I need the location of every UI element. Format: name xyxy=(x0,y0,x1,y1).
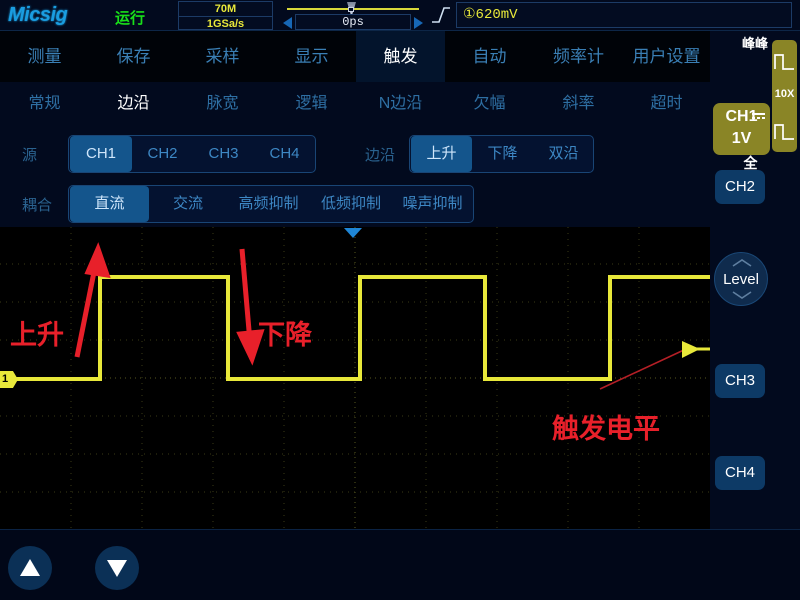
trigger-type-logic[interactable]: 逻辑 xyxy=(267,82,356,126)
falling-annotation-label: 下降 xyxy=(258,320,312,350)
menu-item-save[interactable]: 保存 xyxy=(89,31,178,82)
menu-item-user-settings[interactable]: 用户设置 xyxy=(623,31,710,82)
square-pulse-icon-top xyxy=(774,54,794,70)
waveform-display[interactable]: 上升 下降 触发电平 xyxy=(0,227,710,529)
source-option-ch1[interactable]: CH1 xyxy=(70,136,132,172)
scroll-right-arrow-icon[interactable] xyxy=(414,17,423,29)
sample-rate-value: 1GSa/s xyxy=(206,18,245,30)
trigger-readout-box[interactable]: ①620mV xyxy=(456,2,792,28)
trigger-position-handle[interactable] xyxy=(348,7,354,12)
trigger-type-normal[interactable]: 常规 xyxy=(0,82,89,126)
source-label: 源 xyxy=(22,147,38,164)
trigger-settings-panel: 源 CH1 CH2 CH3 CH4 边沿 上升 下降 双沿 耦合 直流 交流 高… xyxy=(0,126,710,227)
probe-ratio-value: 10X xyxy=(774,88,795,100)
menu-item-auto[interactable]: 自动 xyxy=(445,31,534,82)
ch3-channel-button[interactable]: CH3 xyxy=(715,364,765,398)
trigger-type-slope[interactable]: 斜率 xyxy=(534,82,623,126)
menu-item-trigger[interactable]: 触发 xyxy=(356,31,445,82)
trigger-type-timeout[interactable]: 超时 xyxy=(623,82,710,126)
edge-option-falling[interactable]: 下降 xyxy=(472,136,533,172)
rising-slope-icon xyxy=(430,5,452,25)
square-pulse-icon-bottom xyxy=(774,124,794,140)
edge-segmented-control: 上升 下降 双沿 xyxy=(409,135,594,173)
ch1-channel-button[interactable]: CH1 1V xyxy=(713,103,770,155)
menu-item-acquire[interactable]: 采样 xyxy=(178,31,267,82)
chevron-up-icon xyxy=(732,259,752,267)
coupling-option-ac[interactable]: 交流 xyxy=(149,186,227,222)
edge-option-both[interactable]: 双沿 xyxy=(533,136,594,172)
chevron-down-icon xyxy=(732,291,752,299)
trigger-type-bar: 常规 边沿 脉宽 逻辑 N边沿 欠幅 斜率 超时 xyxy=(0,82,710,126)
menu-item-measure[interactable]: 测量 xyxy=(0,31,89,82)
source-option-ch2[interactable]: CH2 xyxy=(132,136,193,172)
ch4-channel-button[interactable]: CH4 xyxy=(715,456,765,490)
coupling-label: 耦合 xyxy=(22,197,53,214)
probe-ratio-control[interactable]: 10X xyxy=(772,40,797,152)
menu-item-counter[interactable]: 频率计 xyxy=(534,31,623,82)
coupling-segmented-control: 直流 交流 高频抑制 低频抑制 噪声抑制 xyxy=(68,185,474,223)
main-menu-bar: 测量 保存 采样 显示 触发 自动 频率计 用户设置 xyxy=(0,31,710,82)
menu-item-display[interactable]: 显示 xyxy=(267,31,356,82)
scroll-left-arrow-icon[interactable] xyxy=(283,17,292,29)
fine-down-button[interactable] xyxy=(95,546,139,590)
source-segmented-control: CH1 CH2 CH3 CH4 xyxy=(68,135,316,173)
edge-option-rising[interactable]: 上升 xyxy=(411,136,472,172)
source-option-ch3[interactable]: CH3 xyxy=(193,136,254,172)
right-sidebar: 峰峰 CH1 1V 全 10X CH2 Level CH3 CH4 xyxy=(710,31,800,529)
ch2-channel-button[interactable]: CH2 xyxy=(715,170,765,204)
trigger-level-knob[interactable]: Level xyxy=(714,252,768,306)
edge-label: 边沿 xyxy=(365,147,396,164)
annotation-overlay xyxy=(74,242,710,390)
bottom-toolbar: 微调 快速 保存 200us xyxy=(0,529,800,600)
coupling-option-hf-reject[interactable]: 高频抑制 xyxy=(227,186,310,222)
arrow-up-icon xyxy=(20,559,40,576)
trigger-level-annotation-label: 触发电平 xyxy=(552,414,660,444)
arrow-down-icon xyxy=(107,560,127,577)
fine-up-button[interactable] xyxy=(8,546,52,590)
time-offset-value: 0ps xyxy=(295,14,411,30)
ch1-scale: 1V xyxy=(731,130,752,147)
source-option-ch4[interactable]: CH4 xyxy=(254,136,315,172)
run-state-indicator[interactable]: 运行 xyxy=(115,7,145,28)
trigger-position-indicator-icon[interactable] xyxy=(344,228,362,238)
bandwidth-value: 70M xyxy=(179,2,272,17)
trigger-readout-value: ①620mV xyxy=(463,7,518,23)
trigger-type-nth-edge[interactable]: N边沿 xyxy=(356,82,445,126)
timebase-position-widget[interactable]: 0ps xyxy=(283,1,423,30)
coupling-option-noise-reject[interactable]: 噪声抑制 xyxy=(392,186,473,222)
trigger-type-edge[interactable]: 边沿 xyxy=(89,82,178,126)
dc-coupling-icon xyxy=(752,113,765,120)
trigger-type-pulse-width[interactable]: 脉宽 xyxy=(178,82,267,126)
trigger-level-label: Level xyxy=(723,271,759,288)
trigger-type-runt[interactable]: 欠幅 xyxy=(445,82,534,126)
brand-logo: Micsig xyxy=(8,4,68,26)
acquisition-info-box[interactable]: 70M 1GSa/s xyxy=(178,1,273,30)
top-status-bar: Micsig 运行 70M 1GSa/s 0ps ①620mV xyxy=(0,0,800,31)
coupling-option-lf-reject[interactable]: 低频抑制 xyxy=(310,186,392,222)
coupling-option-dc[interactable]: 直流 xyxy=(70,186,149,222)
oscilloscope-screen: Micsig 运行 70M 1GSa/s 0ps ①620mV 测量 保存 采样… xyxy=(0,0,800,600)
rising-annotation-label: 上升 xyxy=(10,320,64,350)
